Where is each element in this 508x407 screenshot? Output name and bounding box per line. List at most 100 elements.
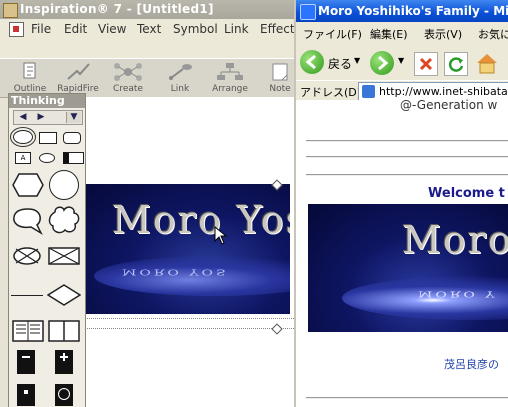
address-url: http://www.inet-shibata.c [379, 85, 508, 98]
menu-view[interactable]: 表示(V) [424, 26, 462, 42]
banner-reflection: MORO Y [418, 289, 498, 299]
circle-symbol[interactable] [49, 170, 79, 200]
create-button[interactable]: Create [106, 60, 150, 96]
banner-image[interactable]: Moro Yos MORO YOS [84, 184, 290, 314]
note-button[interactable]: Note [258, 60, 296, 96]
dot-symbol[interactable] [17, 384, 35, 406]
link-icon [169, 64, 192, 80]
palette-title: Thinking [11, 94, 65, 107]
address-label: アドレス(D) [300, 86, 362, 99]
rounded-rectangle-symbol[interactable] [63, 132, 81, 144]
horizontal-rule [306, 397, 508, 399]
arrange-label: Arrange [212, 84, 248, 94]
back-arrow-icon [300, 50, 324, 74]
menu-edit[interactable]: 編集(E) [370, 26, 408, 42]
page-subtitle: @-Generation w [400, 98, 498, 112]
browser-menu-bar: ファイル(F) 編集(E) 表示(V) お気に [296, 22, 508, 45]
refresh-icon [448, 57, 464, 72]
note-icon [272, 63, 288, 81]
stop-button[interactable] [414, 52, 438, 76]
page-icon [362, 85, 375, 98]
open-book-symbol[interactable] [48, 320, 80, 342]
menu-symbol[interactable]: Symbol [173, 22, 218, 36]
selection-guide [84, 328, 296, 329]
banner-image[interactable]: Moro MORO Y [308, 204, 508, 332]
internet-explorer-icon [300, 4, 316, 20]
symbol-palette: Thinking ◀ ▶ ▼ A [8, 93, 86, 407]
banner-reflection: MORO YOS [122, 267, 229, 277]
toolbar-gap [0, 39, 296, 58]
speech-bubble-symbol[interactable] [11, 206, 45, 236]
rapidfire-icon [67, 63, 90, 80]
menu-text[interactable]: Text [137, 22, 161, 36]
oval-symbol[interactable] [10, 127, 36, 147]
crossed-rectangle-symbol[interactable] [48, 247, 80, 265]
rectangle-symbol[interactable] [39, 132, 57, 144]
hexagon-symbol[interactable] [12, 172, 44, 198]
plus-symbol[interactable] [55, 350, 73, 374]
browser-toolbar: 戻る ▼ ▼ [296, 44, 508, 80]
arrange-button[interactable]: Arrange [208, 60, 252, 96]
forward-arrow-icon [378, 55, 389, 71]
book-symbol[interactable] [12, 320, 44, 342]
menu-favorites[interactable]: お気に [478, 26, 508, 42]
rapidfire-button[interactable]: RapidFire [56, 60, 100, 96]
clock-symbol[interactable] [55, 384, 73, 406]
split-rectangle-symbol[interactable] [63, 152, 84, 164]
browser-window: Moro Yoshihiko's Family - Micro ファイル(F) … [294, 0, 508, 407]
next-library-button[interactable]: ▶ [34, 112, 48, 123]
diamond-symbol[interactable] [47, 284, 81, 306]
inspiration-app-icon [3, 3, 18, 18]
note-label: Note [269, 84, 291, 94]
inspiration-window: Inspiration® 7 - [Untitled1] File Edit V… [0, 0, 296, 407]
mouse-cursor-icon [214, 226, 228, 245]
link-label: Link [170, 84, 190, 94]
crossed-oval-symbol[interactable] [12, 246, 42, 266]
inspiration-title-bar[interactable]: Inspiration® 7 - [Untitled1] [0, 0, 296, 19]
window-title: Inspiration® 7 - [Untitled1] [20, 2, 214, 16]
menu-effect[interactable]: Effect [260, 22, 295, 36]
horizontal-rule [306, 156, 508, 158]
menu-link[interactable]: Link [224, 22, 249, 36]
palette-navigation: ◀ ▶ ▼ [13, 110, 83, 125]
outline-icon [23, 62, 36, 79]
menu-view[interactable]: View [98, 22, 126, 36]
small-oval-symbol[interactable] [39, 153, 55, 163]
horizontal-rule [306, 140, 508, 142]
arrange-icon [217, 63, 243, 80]
refresh-button[interactable] [444, 52, 468, 76]
inspiration-menu-bar: File Edit View Text Symbol Link Effect [0, 19, 296, 39]
line-symbol[interactable] [11, 295, 43, 296]
document-icon[interactable] [9, 22, 24, 37]
inspiration-toolbar: Outline RapidFire Create Link Arrange No… [0, 58, 296, 98]
horizontal-rule [306, 174, 508, 176]
menu-edit[interactable]: Edit [64, 22, 87, 36]
create-icon [114, 63, 142, 81]
previous-library-button[interactable]: ◀ [16, 112, 30, 123]
japanese-link-text[interactable]: 茂呂良彦の [444, 356, 499, 372]
palette-title-bar[interactable]: Thinking [9, 94, 85, 108]
back-label: 戻る [328, 57, 353, 71]
library-dropdown-button[interactable]: ▼ [66, 112, 81, 123]
selection-guide [84, 318, 296, 319]
create-label: Create [113, 84, 143, 94]
labeled-rectangle-symbol[interactable]: A [15, 152, 31, 164]
back-button[interactable]: 戻る ▼ [300, 50, 360, 76]
back-dropdown-icon[interactable]: ▼ [354, 56, 360, 65]
stop-icon [419, 57, 433, 71]
cloud-symbol[interactable] [47, 204, 81, 238]
welcome-heading: Welcome t [428, 186, 505, 201]
forward-dropdown-icon[interactable]: ▼ [398, 56, 404, 65]
banner-title: Moro [402, 218, 508, 262]
browser-title-bar[interactable]: Moro Yoshihiko's Family - Micro [296, 0, 508, 22]
browser-title: Moro Yoshihiko's Family - Micro [318, 4, 508, 18]
banner-title: Moro Yos [112, 198, 290, 242]
menu-file[interactable]: ファイル(F) [303, 26, 362, 42]
menu-file[interactable]: File [31, 22, 51, 36]
outline-button[interactable]: Outline [8, 60, 52, 96]
minus-symbol[interactable] [17, 350, 35, 374]
link-button[interactable]: Link [158, 60, 202, 96]
forward-button[interactable] [370, 51, 394, 75]
home-icon [477, 54, 497, 74]
home-button[interactable] [474, 51, 500, 75]
